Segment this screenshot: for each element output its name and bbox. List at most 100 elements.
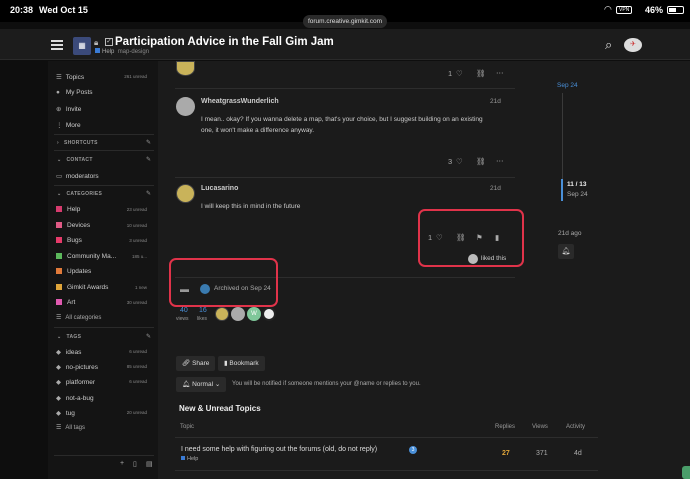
sidebar-tag-not-a-bug[interactable]: ◆ not-a-bug [56,394,94,402]
search-icon[interactable]: ⌕ [605,37,612,53]
link-icon[interactable]: ⛓ [476,69,486,78]
avatar[interactable] [176,184,195,203]
link-icon[interactable]: ⛓ [456,233,466,242]
participant-avatar[interactable]: W [247,307,261,321]
tag-icon: ◆ [56,364,61,371]
tag-count: 6 unread [129,349,147,354]
topic-title[interactable]: Participation Advice in the Fall Gim Jam [115,36,334,48]
edit-icon[interactable]: ✎ [146,190,151,197]
sidebar-category-bugs[interactable]: Bugs [56,237,82,244]
divider [54,134,154,135]
sidebar-all-categories[interactable]: ☰ All categories [56,314,101,321]
keyboard-icon[interactable]: ▤ [146,460,153,468]
sidebar-tag-platformer[interactable]: ◆ platformer [56,378,95,386]
scroll-indicator[interactable] [682,466,690,479]
bookmark-icon[interactable]: ▮ [495,233,499,242]
sidebar-category-devices[interactable]: Devices [56,222,90,229]
column-header-topic[interactable]: Topic [180,424,194,430]
topics-icon: ☰ [56,74,62,81]
topic-category[interactable]: Help map-design [95,48,149,55]
sidebar-category-art[interactable]: Art [56,299,75,306]
table-divider [175,437,598,438]
post-author[interactable]: Lucasarino [201,185,238,192]
wifi-icon: ◠ [604,4,612,14]
category-swatch [56,253,62,259]
post-date[interactable]: 21d [490,185,501,192]
site-logo[interactable]: ▦ [73,37,91,55]
activity-date[interactable]: 4d [574,450,582,457]
sidebar-item-moderators[interactable]: ▭ moderators [56,172,99,180]
section-label: CONTACT [66,157,93,163]
categories-heading[interactable]: ⌄ CATEGORIES [57,191,102,197]
sidebar-category-updates[interactable]: Updates [56,268,91,275]
date: Wed Oct 15 [39,5,88,15]
timeline-handle[interactable] [561,179,563,201]
avatar[interactable] [176,61,195,76]
folder-icon: ▬ [180,284,189,294]
sidebar-item-invite[interactable]: ⊕ Invite [56,105,81,113]
sidebar-category-help[interactable]: Help [56,206,80,213]
sidebar-item-label: Topics [65,74,85,81]
timeline-position-date: Sep 24 [567,191,588,198]
category-count: 30 unread [126,300,147,305]
invite-icon: ⊕ [56,106,62,113]
shortcuts-heading[interactable]: › SHORTCUTS [57,140,98,146]
topic-category[interactable]: Help [181,456,198,462]
topic-link[interactable]: I need some help with figuring out the f… [181,446,377,453]
edit-icon[interactable]: ✎ [146,333,151,340]
timeline-track[interactable] [562,93,563,188]
timeline-start[interactable]: Sep 24 [557,82,578,89]
contact-heading[interactable]: ⌄ CONTACT [57,157,93,163]
mobile-icon[interactable]: ▯ [133,460,137,468]
like-count: 1 [428,233,433,242]
column-header-views[interactable]: Views [532,424,548,430]
notification-dropdown[interactable]: 🔔︎ Normal ⌄ [176,377,227,392]
sidebar-category-awards[interactable]: Gimkit Awards [56,284,108,291]
sidebar-tag-no-pictures[interactable]: ◆ no-pictures [56,363,98,371]
category-swatch [56,222,62,228]
more-icon[interactable]: ⋯ [496,68,504,77]
edit-icon[interactable]: ✎ [146,156,151,163]
notification-bell-button[interactable]: 🔔︎ [558,244,574,259]
archived-notice: Archived on Sep 24 [214,285,271,292]
unread-badge[interactable]: 3 [409,446,417,454]
heart-icon[interactable]: ♡ [456,157,463,166]
participant-avatar[interactable] [215,307,229,321]
post-author[interactable]: WheatgrassWunderlich [201,98,279,105]
tags-heading[interactable]: ⌄ TAGS [57,334,81,340]
participant-avatar[interactable] [231,307,245,321]
post-date[interactable]: 21d [490,98,501,105]
sidebar-item-label: tug [65,410,75,417]
participant-avatar[interactable] [262,307,276,321]
hamburger-icon[interactable] [51,40,63,50]
bookmark-button[interactable]: ▮ Bookmark [218,356,265,371]
url-bar[interactable]: forum.creative.gimkit.com [303,15,387,28]
vpn-badge: VPN [616,6,633,14]
share-button[interactable]: 🔗︎ Share [176,356,216,371]
sidebar-tag-tug[interactable]: ◆ tug [56,409,75,417]
liker-avatar[interactable] [468,254,478,264]
sidebar-item-more[interactable]: ⋮ More [56,121,81,129]
link-icon[interactable]: ⛓ [476,157,486,166]
timeline-position: 11 / 13 [567,181,587,188]
sidebar-tag-ideas[interactable]: ◆ ideas [56,348,81,356]
column-header-replies[interactable]: Replies [495,424,515,430]
sidebar-item-label: not-a-bug [65,395,94,402]
heart-icon[interactable]: ♡ [456,69,463,78]
add-icon[interactable]: + [120,460,124,467]
heart-icon[interactable]: ♡ [436,233,443,242]
flag-icon[interactable]: ⚑ [476,233,483,242]
sidebar-item-my-posts[interactable]: ● My Posts [56,89,93,96]
timeline-end[interactable]: 21d ago [558,230,582,237]
user-avatar[interactable]: ✈ [624,38,642,52]
edit-icon[interactable]: ✎ [146,139,151,146]
category-swatch [181,456,185,460]
avatar[interactable] [176,97,195,116]
more-icon: ⋮ [56,122,63,129]
more-icon[interactable]: ⋯ [496,156,504,165]
system-avatar[interactable] [200,284,210,294]
column-header-activity[interactable]: Activity [566,424,585,430]
sidebar-item-topics[interactable]: ☰ Topics [56,73,84,81]
sidebar-all-tags[interactable]: ☰ All tags [56,424,85,431]
sidebar-category-community[interactable]: Community Ma... [56,253,116,260]
